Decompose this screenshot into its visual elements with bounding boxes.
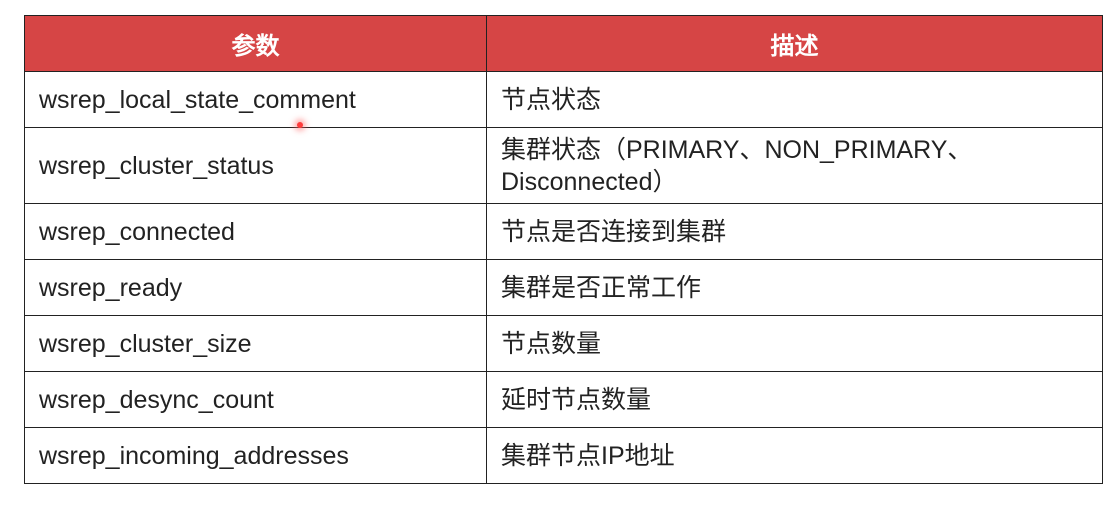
param-cell: wsrep_cluster_status	[24, 127, 487, 204]
table-row: wsrep_desync_count 延时节点数量	[24, 371, 1103, 428]
table-header-row: 参数 描述	[24, 15, 1103, 72]
param-cell: wsrep_cluster_size	[24, 315, 487, 372]
param-cell: wsrep_ready	[24, 259, 487, 316]
desc-cell: 延时节点数量	[486, 371, 1103, 428]
param-cell: wsrep_incoming_addresses	[24, 427, 487, 484]
param-cell: wsrep_local_state_comment	[24, 71, 487, 128]
parameter-table: 参数 描述 wsrep_local_state_comment 节点状态 wsr…	[24, 15, 1103, 484]
table-row: wsrep_cluster_status 集群状态（PRIMARY、NON_PR…	[24, 127, 1103, 204]
desc-cell: 集群节点IP地址	[486, 427, 1103, 484]
param-cell: wsrep_desync_count	[24, 371, 487, 428]
table-row: wsrep_cluster_size 节点数量	[24, 315, 1103, 372]
desc-cell: 集群是否正常工作	[486, 259, 1103, 316]
desc-cell: 节点状态	[486, 71, 1103, 128]
table-row: wsrep_ready 集群是否正常工作	[24, 259, 1103, 316]
header-param: 参数	[24, 15, 487, 72]
table-row: wsrep_incoming_addresses 集群节点IP地址	[24, 427, 1103, 484]
desc-cell: 节点数量	[486, 315, 1103, 372]
desc-cell: 集群状态（PRIMARY、NON_PRIMARY、Disconnected）	[486, 127, 1103, 204]
desc-cell: 节点是否连接到集群	[486, 203, 1103, 260]
pointer-cursor-icon	[297, 122, 303, 128]
header-desc: 描述	[486, 15, 1103, 72]
table-row: wsrep_connected 节点是否连接到集群	[24, 203, 1103, 260]
table-row: wsrep_local_state_comment 节点状态	[24, 71, 1103, 128]
param-cell: wsrep_connected	[24, 203, 487, 260]
